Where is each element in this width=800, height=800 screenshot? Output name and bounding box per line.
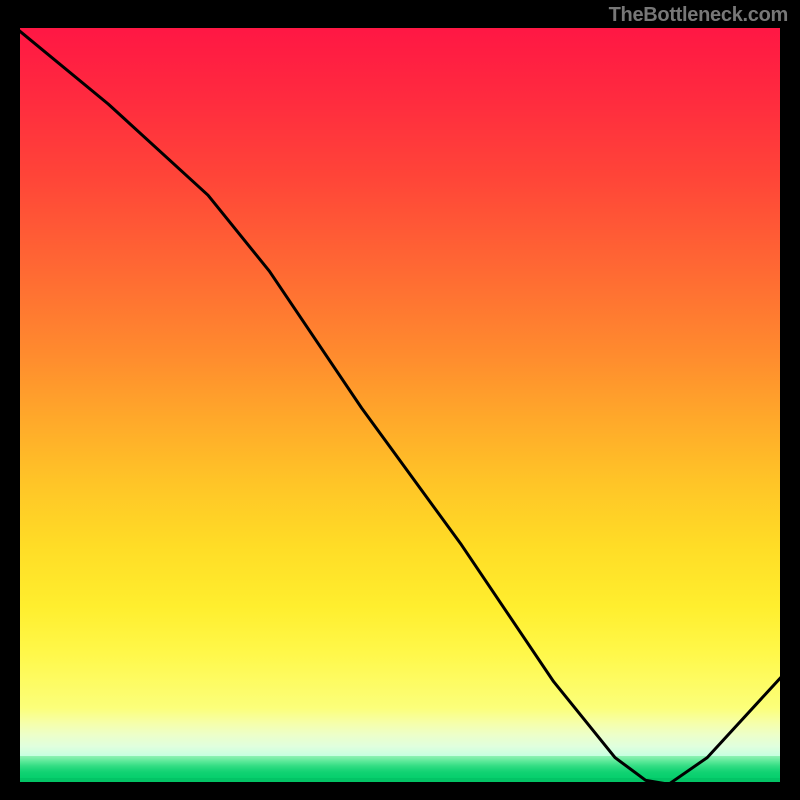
page-root: TheBottleneck.com	[0, 0, 800, 800]
gradient-pale	[16, 708, 784, 756]
plot-frame	[16, 28, 784, 788]
plot-area	[16, 28, 784, 788]
attribution-text: TheBottleneck.com	[609, 4, 788, 27]
gradient-green	[16, 756, 784, 778]
gradient-red-yellow	[16, 28, 784, 708]
gradient-green-edge	[16, 778, 784, 782]
